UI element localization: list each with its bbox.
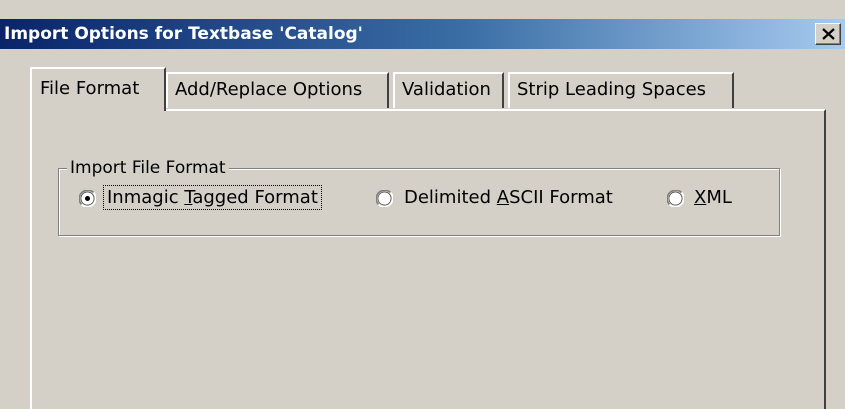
tab-file-format[interactable]: File Format <box>30 67 166 111</box>
radio-inmagic-tagged-format[interactable] <box>79 190 96 207</box>
group-label: Import File Format <box>67 157 229 179</box>
close-icon <box>822 28 835 40</box>
tab-validation[interactable]: Validation <box>393 72 504 108</box>
close-button[interactable] <box>815 23 841 45</box>
import-options-dialog: Import Options for Textbase 'Catalog' Fi… <box>0 0 845 409</box>
import-file-format-group: Import File Format Inmagic Tagged Format… <box>58 157 780 236</box>
tab-add-replace-options[interactable]: Add/Replace Options <box>166 72 389 108</box>
dialog-title: Import Options for Textbase 'Catalog' <box>4 24 363 44</box>
tab-panel-file-format: Import File Format Inmagic Tagged Format… <box>30 109 826 409</box>
radio-label-inmagic-tagged-format[interactable]: Inmagic Tagged Format <box>103 185 322 211</box>
tab-label: File Format <box>40 78 140 99</box>
tab-label: Validation <box>402 79 491 100</box>
radio-delimited-ascii-format[interactable] <box>376 190 393 207</box>
title-bar[interactable]: Import Options for Textbase 'Catalog' <box>0 19 845 49</box>
radio-label-delimited-ascii-format[interactable]: Delimited ASCII Format <box>404 185 613 211</box>
radio-label-xml[interactable]: XML <box>694 185 732 211</box>
radio-xml[interactable] <box>667 190 684 207</box>
tab-strip-leading-spaces[interactable]: Strip Leading Spaces <box>508 72 734 108</box>
focus-indicator: Inmagic Tagged Format <box>103 185 322 210</box>
radio-selected-dot <box>84 195 91 202</box>
tab-label: Add/Replace Options <box>175 79 363 100</box>
tab-label: Strip Leading Spaces <box>517 79 707 100</box>
